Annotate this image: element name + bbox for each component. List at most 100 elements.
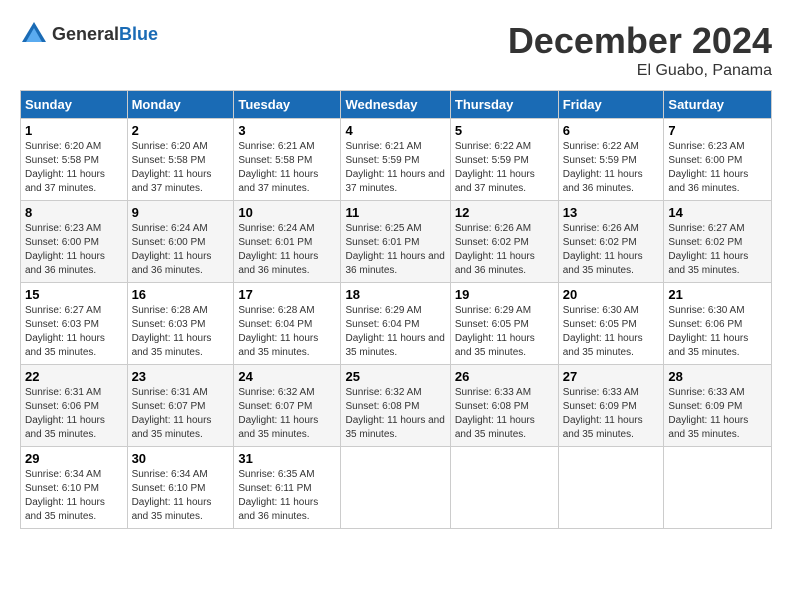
day-info: Sunrise: 6:26 AMSunset: 6:02 PMDaylight:…: [563, 222, 660, 278]
day-number: 10: [238, 205, 336, 220]
location: El Guabo, Panama: [508, 62, 772, 80]
logo-text: GeneralBlue: [52, 24, 158, 45]
day-number: 2: [132, 123, 230, 138]
day-info: Sunrise: 6:35 AMSunset: 6:11 PMDaylight:…: [238, 468, 336, 524]
calendar-cell: 10 Sunrise: 6:24 AMSunset: 6:01 PMDayligh…: [234, 201, 341, 283]
day-number: 1: [25, 123, 123, 138]
calendar-cell: 7Sunrise: 6:23 AMSunset: 6:00 PMDaylight…: [664, 119, 772, 201]
day-info: Sunrise: 6:24 AMSunset: 6:01 PMDaylight:…: [238, 222, 336, 278]
title-section: December 2024 El Guabo, Panama: [508, 20, 772, 80]
calendar-week-row: 29 Sunrise: 6:34 AMSunset: 6:10 PMDayligh…: [21, 447, 772, 529]
calendar-cell: 27 Sunrise: 6:33 AMSunset: 6:09 PMDayligh…: [558, 365, 664, 447]
calendar-cell: 17 Sunrise: 6:28 AMSunset: 6:04 PMDayligh…: [234, 283, 341, 365]
calendar-cell: 18Sunrise: 6:29 AMSunset: 6:04 PMDayligh…: [341, 283, 450, 365]
day-number: 25: [345, 369, 445, 384]
calendar-cell: 21Sunrise: 6:30 AMSunset: 6:06 PMDayligh…: [664, 283, 772, 365]
day-number: 23: [132, 369, 230, 384]
calendar-cell: 15Sunrise: 6:27 AMSunset: 6:03 PMDayligh…: [21, 283, 128, 365]
day-number: 27: [563, 369, 660, 384]
logo-blue: Blue: [119, 24, 158, 44]
day-number: 3: [238, 123, 336, 138]
calendar-week-row: 8 Sunrise: 6:23 AMSunset: 6:00 PMDaylight…: [21, 201, 772, 283]
page-header: GeneralBlue December 2024 El Guabo, Pana…: [20, 20, 772, 80]
calendar-cell: 23Sunrise: 6:31 AMSunset: 6:07 PMDayligh…: [127, 365, 234, 447]
calendar-cell: 25 Sunrise: 6:32 AMSunset: 6:08 PMDayligh…: [341, 365, 450, 447]
calendar-cell: 29 Sunrise: 6:34 AMSunset: 6:10 PMDayligh…: [21, 447, 128, 529]
weekday-header: Monday: [127, 91, 234, 119]
calendar-cell: 28Sunrise: 6:33 AMSunset: 6:09 PMDayligh…: [664, 365, 772, 447]
calendar-cell: 19 Sunrise: 6:29 AMSunset: 6:05 PMDayligh…: [450, 283, 558, 365]
day-number: 8: [25, 205, 123, 220]
day-info: Sunrise: 6:32 AMSunset: 6:07 PMDaylight:…: [238, 386, 336, 442]
calendar-cell: 9Sunrise: 6:24 AMSunset: 6:00 PMDaylight…: [127, 201, 234, 283]
day-info: Sunrise: 6:28 AMSunset: 6:04 PMDaylight:…: [238, 304, 336, 360]
day-number: 24: [238, 369, 336, 384]
day-info: Sunrise: 6:26 AMSunset: 6:02 PMDaylight:…: [455, 222, 554, 278]
day-number: 14: [668, 205, 767, 220]
day-info: Sunrise: 6:23 AMSunset: 6:00 PMDaylight:…: [25, 222, 123, 278]
calendar-week-row: 1 Sunrise: 6:20 AMSunset: 5:58 PMDaylight…: [21, 119, 772, 201]
day-info: Sunrise: 6:25 AMSunset: 6:01 PMDaylight:…: [345, 222, 445, 278]
day-info: Sunrise: 6:29 AMSunset: 6:05 PMDaylight:…: [455, 304, 554, 360]
day-info: Sunrise: 6:28 AMSunset: 6:03 PMDaylight:…: [132, 304, 230, 360]
weekday-header: Sunday: [21, 91, 128, 119]
calendar-cell: 12Sunrise: 6:26 AMSunset: 6:02 PMDayligh…: [450, 201, 558, 283]
calendar-cell: 26 Sunrise: 6:33 AMSunset: 6:08 PMDayligh…: [450, 365, 558, 447]
calendar-cell: 4 Sunrise: 6:21 AMSunset: 5:59 PMDaylight…: [341, 119, 450, 201]
calendar-week-row: 15Sunrise: 6:27 AMSunset: 6:03 PMDayligh…: [21, 283, 772, 365]
day-info: Sunrise: 6:21 AMSunset: 5:59 PMDaylight:…: [345, 140, 445, 196]
logo: GeneralBlue: [20, 20, 158, 48]
day-info: Sunrise: 6:29 AMSunset: 6:04 PMDaylight:…: [345, 304, 445, 360]
day-number: 11: [345, 205, 445, 220]
calendar-cell: 22 Sunrise: 6:31 AMSunset: 6:06 PMDayligh…: [21, 365, 128, 447]
day-number: 28: [668, 369, 767, 384]
day-number: 6: [563, 123, 660, 138]
day-number: 19: [455, 287, 554, 302]
calendar-cell: 30 Sunrise: 6:34 AMSunset: 6:10 PMDayligh…: [127, 447, 234, 529]
day-number: 7: [668, 123, 767, 138]
day-number: 16: [132, 287, 230, 302]
calendar-header-row: SundayMondayTuesdayWednesdayThursdayFrid…: [21, 91, 772, 119]
day-info: Sunrise: 6:22 AMSunset: 5:59 PMDaylight:…: [455, 140, 554, 196]
day-info: Sunrise: 6:34 AMSunset: 6:10 PMDaylight:…: [25, 468, 123, 524]
calendar-cell: 6 Sunrise: 6:22 AMSunset: 5:59 PMDaylight…: [558, 119, 664, 201]
day-info: Sunrise: 6:22 AMSunset: 5:59 PMDaylight:…: [563, 140, 660, 196]
weekday-header: Thursday: [450, 91, 558, 119]
day-info: Sunrise: 6:30 AMSunset: 6:05 PMDaylight:…: [563, 304, 660, 360]
calendar-cell: 8 Sunrise: 6:23 AMSunset: 6:00 PMDaylight…: [21, 201, 128, 283]
day-info: Sunrise: 6:34 AMSunset: 6:10 PMDaylight:…: [132, 468, 230, 524]
day-number: 17: [238, 287, 336, 302]
day-info: Sunrise: 6:20 AMSunset: 5:58 PMDaylight:…: [132, 140, 230, 196]
day-info: Sunrise: 6:30 AMSunset: 6:06 PMDaylight:…: [668, 304, 767, 360]
calendar-cell: [664, 447, 772, 529]
day-number: 26: [455, 369, 554, 384]
day-info: Sunrise: 6:32 AMSunset: 6:08 PMDaylight:…: [345, 386, 445, 442]
day-info: Sunrise: 6:21 AMSunset: 5:58 PMDaylight:…: [238, 140, 336, 196]
calendar-week-row: 22 Sunrise: 6:31 AMSunset: 6:06 PMDayligh…: [21, 365, 772, 447]
day-number: 9: [132, 205, 230, 220]
calendar-cell: [558, 447, 664, 529]
calendar-cell: 31Sunrise: 6:35 AMSunset: 6:11 PMDayligh…: [234, 447, 341, 529]
day-number: 30: [132, 451, 230, 466]
weekday-header: Wednesday: [341, 91, 450, 119]
calendar-cell: 11 Sunrise: 6:25 AMSunset: 6:01 PMDayligh…: [341, 201, 450, 283]
day-number: 29: [25, 451, 123, 466]
day-info: Sunrise: 6:33 AMSunset: 6:09 PMDaylight:…: [563, 386, 660, 442]
logo-general: General: [52, 24, 119, 44]
day-info: Sunrise: 6:33 AMSunset: 6:08 PMDaylight:…: [455, 386, 554, 442]
weekday-header: Friday: [558, 91, 664, 119]
month-title: December 2024: [508, 20, 772, 62]
day-number: 22: [25, 369, 123, 384]
day-number: 4: [345, 123, 445, 138]
logo-icon: [20, 20, 48, 48]
calendar-cell: 20Sunrise: 6:30 AMSunset: 6:05 PMDayligh…: [558, 283, 664, 365]
day-info: Sunrise: 6:31 AMSunset: 6:06 PMDaylight:…: [25, 386, 123, 442]
calendar-cell: [450, 447, 558, 529]
day-info: Sunrise: 6:27 AMSunset: 6:02 PMDaylight:…: [668, 222, 767, 278]
weekday-header: Saturday: [664, 91, 772, 119]
day-number: 13: [563, 205, 660, 220]
day-number: 15: [25, 287, 123, 302]
day-number: 5: [455, 123, 554, 138]
calendar-cell: 24 Sunrise: 6:32 AMSunset: 6:07 PMDayligh…: [234, 365, 341, 447]
calendar-cell: 16 Sunrise: 6:28 AMSunset: 6:03 PMDayligh…: [127, 283, 234, 365]
